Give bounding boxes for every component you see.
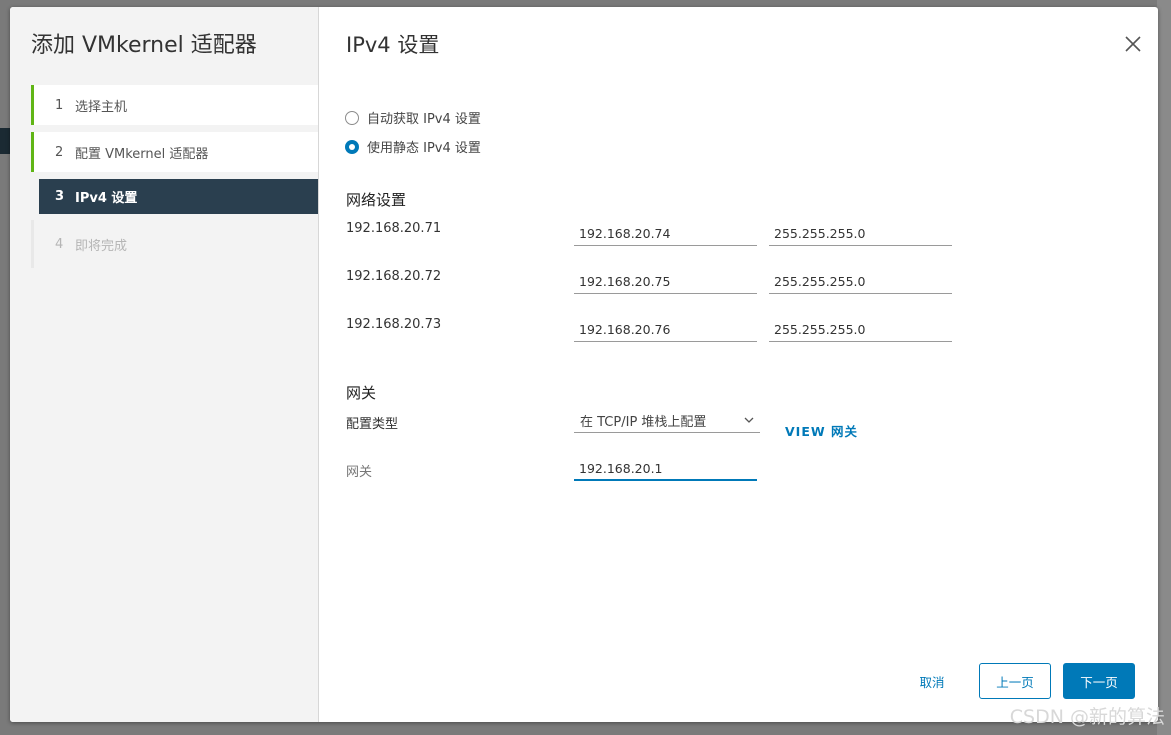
radio-button-unchecked[interactable] bbox=[345, 110, 359, 125]
step-number: 1 bbox=[55, 97, 64, 113]
step-label: IPv4 设置 bbox=[75, 191, 138, 206]
wizard-title: 添加 VMkernel 适配器 bbox=[31, 33, 257, 58]
subnet-mask-field[interactable] bbox=[769, 318, 952, 342]
close-icon[interactable] bbox=[1124, 35, 1142, 53]
radio-label: 自动获取 IPv4 设置 bbox=[367, 112, 481, 127]
config-type-select[interactable]: 在 TCP/IP 堆栈上配置 bbox=[574, 409, 760, 433]
radio-static-ipv4[interactable]: 使用静态 IPv4 设置 bbox=[345, 137, 481, 156]
wizard-content: IPv4 设置 自动获取 IPv4 设置 使用静态 IPv4 设置 网络设置 1… bbox=[318, 7, 1158, 722]
ip-address-field[interactable] bbox=[574, 222, 757, 246]
gateway-heading: 网关 bbox=[346, 384, 377, 402]
background-app-bar bbox=[0, 128, 10, 154]
subnet-mask-field[interactable] bbox=[769, 270, 952, 294]
chevron-down-icon bbox=[744, 417, 754, 423]
previous-button[interactable]: 上一页 bbox=[979, 663, 1051, 699]
step-number: 3 bbox=[55, 189, 65, 204]
wizard-step-configure-vmkernel[interactable]: 2 配置 VMkernel 适配器 bbox=[31, 132, 318, 172]
page-title: IPv4 设置 bbox=[346, 33, 440, 57]
step-label: 配置 VMkernel 适配器 bbox=[75, 146, 209, 162]
gateway-field[interactable] bbox=[574, 457, 757, 481]
config-type-label: 配置类型 bbox=[346, 417, 399, 432]
wizard-step-select-host[interactable]: 1 选择主机 bbox=[31, 85, 318, 125]
host-label: 192.168.20.72 bbox=[346, 269, 442, 284]
view-gateway-link[interactable]: VIEW 网关 bbox=[785, 421, 858, 440]
radio-auto-ipv4[interactable]: 自动获取 IPv4 设置 bbox=[345, 108, 481, 127]
gateway-label: 网关 bbox=[346, 465, 373, 480]
watermark: CSDN @新的算法 bbox=[1009, 706, 1165, 728]
config-type-value: 在 TCP/IP 堆栈上配置 bbox=[580, 415, 707, 430]
wizard-steps: 1 选择主机 2 配置 VMkernel 适配器 3 IPv4 设置 4 即将完… bbox=[31, 79, 318, 268]
host-label: 192.168.20.73 bbox=[346, 317, 442, 332]
step-label: 选择主机 bbox=[75, 99, 128, 115]
next-button[interactable]: 下一页 bbox=[1063, 663, 1135, 699]
subnet-mask-field[interactable] bbox=[769, 222, 952, 246]
cancel-button[interactable]: 取消 bbox=[900, 663, 964, 699]
ip-address-field[interactable] bbox=[574, 318, 757, 342]
step-number: 4 bbox=[55, 236, 64, 252]
background-app-strip bbox=[1157, 0, 1171, 735]
host-label: 192.168.20.71 bbox=[346, 221, 442, 236]
network-settings-heading: 网络设置 bbox=[346, 191, 407, 209]
radio-label: 使用静态 IPv4 设置 bbox=[367, 141, 481, 156]
wizard-sidebar: 添加 VMkernel 适配器 1 选择主机 2 配置 VMkernel 适配器… bbox=[10, 7, 319, 722]
ip-address-field[interactable] bbox=[574, 270, 757, 294]
step-number: 2 bbox=[55, 144, 64, 160]
step-label: 即将完成 bbox=[75, 238, 128, 254]
wizard-step-ready-to-complete: 4 即将完成 bbox=[31, 220, 318, 268]
add-vmkernel-wizard-dialog: 添加 VMkernel 适配器 1 选择主机 2 配置 VMkernel 适配器… bbox=[10, 7, 1158, 722]
wizard-step-ipv4-settings[interactable]: 3 IPv4 设置 bbox=[39, 179, 318, 214]
radio-button-checked[interactable] bbox=[345, 139, 359, 154]
